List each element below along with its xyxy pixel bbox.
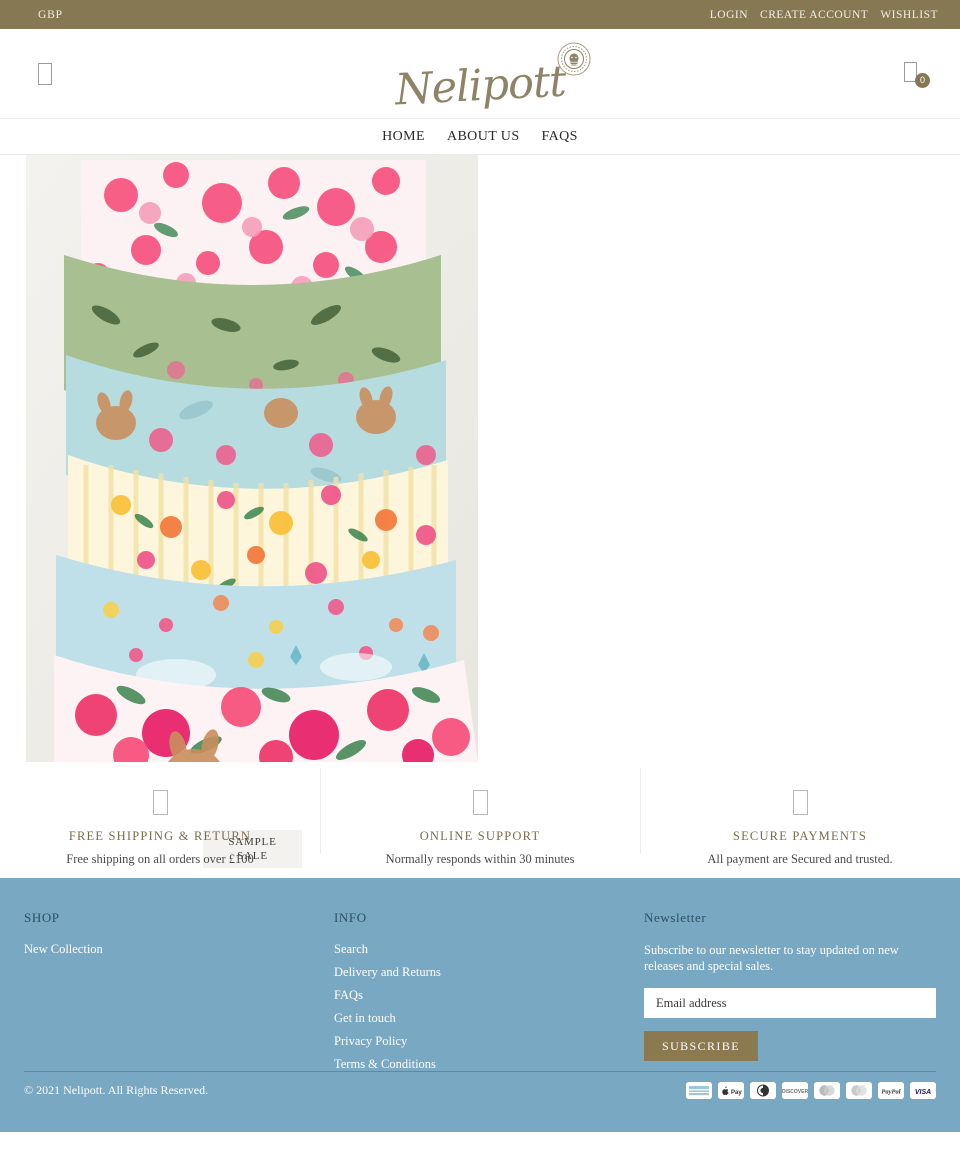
feature-title: ONLINE SUPPORT: [419, 829, 541, 843]
footer-heading-info: INFO: [334, 910, 367, 925]
paypal-icon: PayPal: [878, 1082, 904, 1099]
lock-icon: [792, 790, 808, 815]
svg-text:DISCOVER: DISCOVER: [782, 1089, 808, 1095]
footer-link-search[interactable]: Search: [334, 942, 644, 957]
payment-methods: Pay DISCOVER PayPal VISA: [686, 1082, 936, 1099]
product-image-section: SAMPLE SALE: [0, 155, 960, 868]
feature-subtitle: Free shipping on all orders over £100: [66, 852, 254, 866]
truck-icon: [152, 790, 168, 815]
nav-about-us[interactable]: ABOUT US: [447, 129, 520, 145]
cart-button[interactable]: 0: [902, 60, 932, 88]
nav-home[interactable]: HOME: [382, 129, 425, 145]
footer-link-delivery-returns[interactable]: Delivery and Returns: [334, 965, 644, 980]
site-footer: SHOP New Collection INFO Search Delivery…: [0, 878, 960, 1132]
feature-online-support: ONLINE SUPPORT Normally responds within …: [320, 768, 640, 867]
apple-pay-icon: Pay: [718, 1082, 744, 1099]
top-account-links: LOGIN CREATE ACCOUNT WISHLIST: [710, 9, 938, 21]
footer-column-info: INFO Search Delivery and Returns FAQs Ge…: [334, 910, 644, 1080]
amex-icon: [686, 1082, 712, 1099]
currency-selector[interactable]: GBP: [38, 9, 63, 21]
visa-icon: VISA: [910, 1082, 936, 1099]
footer-link-privacy-policy[interactable]: Privacy Policy: [334, 1034, 644, 1049]
site-header: Nelipott 0: [0, 29, 960, 119]
svg-text:PayPal: PayPal: [881, 1089, 900, 1096]
site-logo[interactable]: Nelipott: [394, 40, 591, 115]
headset-icon: [472, 790, 488, 815]
cart-count-badge: 0: [915, 72, 930, 88]
diners-club-icon: [750, 1082, 776, 1099]
feature-title: FREE SHIPPING & RETURN: [68, 829, 252, 843]
newsletter-email-input[interactable]: [644, 988, 936, 1018]
logo-wordmark: Nelipott: [393, 56, 567, 115]
feature-subtitle: Normally responds within 30 minutes: [385, 852, 575, 866]
floral-garments-photo: [26, 155, 478, 762]
create-account-link[interactable]: CREATE ACCOUNT: [760, 9, 868, 21]
main-navigation: HOME ABOUT US FAQS: [0, 119, 960, 155]
newsletter-subscribe-button[interactable]: SUBSCRIBE: [644, 1031, 758, 1061]
feature-title: SECURE PAYMENTS: [732, 829, 868, 843]
nav-faqs[interactable]: FAQS: [542, 129, 578, 145]
maestro-icon: [814, 1082, 840, 1099]
footer-heading-newsletter: Newsletter: [644, 910, 707, 925]
wishlist-link[interactable]: WISHLIST: [880, 9, 938, 21]
newsletter-description: Subscribe to our newsletter to stay upda…: [644, 943, 899, 973]
elephant-seal-badge-icon: [557, 42, 591, 75]
product-photo[interactable]: [26, 155, 478, 762]
footer-bottom-bar: © 2021 Nelipott. All Rights Reserved. Pa…: [24, 1082, 936, 1099]
svg-text:Pay: Pay: [731, 1090, 742, 1096]
feature-subtitle: All payment are Secured and trusted.: [707, 852, 893, 866]
service-features-section: FREE SHIPPING & RETURN Free shipping on …: [0, 768, 960, 878]
login-link[interactable]: LOGIN: [710, 9, 748, 21]
footer-link-faqs[interactable]: FAQs: [334, 988, 644, 1003]
footer-column-newsletter: Newsletter Subscribe to our newsletter t…: [644, 910, 936, 1080]
footer-link-terms-conditions[interactable]: Terms & Conditions: [334, 1057, 644, 1072]
top-utility-bar: GBP LOGIN CREATE ACCOUNT WISHLIST: [0, 0, 960, 29]
svg-text:VISA: VISA: [915, 1089, 931, 1096]
footer-columns: SHOP New Collection INFO Search Delivery…: [24, 910, 936, 1080]
copyright-text: © 2021 Nelipott. All Rights Reserved.: [24, 1083, 209, 1097]
feature-secure-payments: SECURE PAYMENTS All payment are Secured …: [640, 768, 960, 867]
footer-column-shop: SHOP New Collection: [24, 910, 334, 1080]
mastercard-icon: [846, 1082, 872, 1099]
discover-icon: DISCOVER: [782, 1082, 808, 1099]
hamburger-menu-icon[interactable]: [38, 62, 52, 85]
footer-heading-shop: SHOP: [24, 910, 60, 925]
footer-link-get-in-touch[interactable]: Get in touch: [334, 1011, 644, 1026]
feature-free-shipping: FREE SHIPPING & RETURN Free shipping on …: [0, 790, 320, 867]
footer-divider: [24, 1071, 936, 1072]
footer-link-new-collection[interactable]: New Collection: [24, 942, 334, 957]
